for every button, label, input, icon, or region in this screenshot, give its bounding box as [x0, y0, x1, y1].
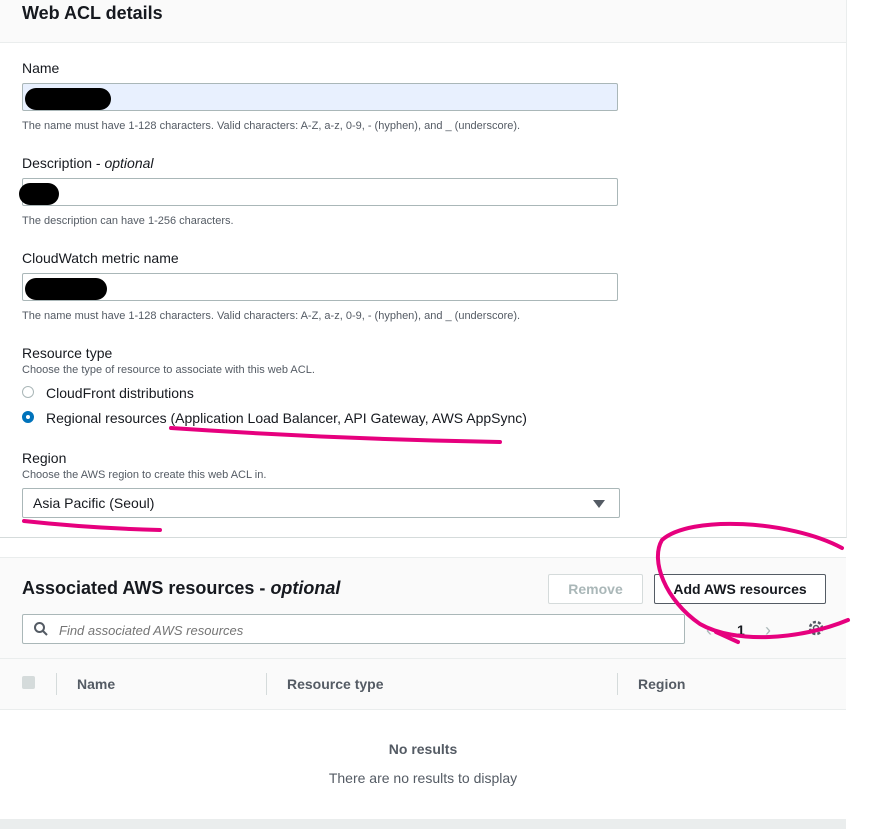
description-label: Description - optional [22, 155, 154, 171]
column-divider [617, 673, 618, 695]
search-box[interactable] [22, 614, 685, 644]
metric-label: CloudWatch metric name [22, 250, 179, 266]
name-hint: The name must have 1-128 characters. Val… [22, 120, 521, 132]
region-value: Asia Pacific (Seoul) [33, 495, 155, 511]
name-field[interactable] [22, 83, 618, 111]
remove-button[interactable]: Remove [548, 574, 643, 604]
empty-state-title: No results [388, 741, 458, 757]
search-input[interactable] [57, 619, 661, 641]
radio-button[interactable] [22, 386, 34, 398]
column-header-name[interactable]: Name [77, 676, 115, 692]
column-divider [56, 673, 57, 695]
column-divider [266, 673, 267, 695]
column-header-region[interactable]: Region [638, 676, 685, 692]
caret-down-icon [593, 500, 605, 508]
panel-title: Web ACL details [22, 3, 163, 23]
select-all-checkbox[interactable] [22, 676, 35, 689]
search-icon [34, 622, 48, 636]
radio-button-selected[interactable] [22, 411, 34, 423]
redacted-value [25, 88, 111, 110]
resource-type-label: Resource type [22, 345, 113, 361]
associated-title: Associated AWS resources - optional [22, 578, 341, 598]
name-label: Name [22, 60, 60, 76]
description-field[interactable] [19, 178, 618, 206]
add-aws-resources-button[interactable]: Add AWS resources [654, 574, 826, 604]
description-hint: The description can have 1-256 character… [22, 215, 234, 227]
chevron-left-icon[interactable]: ‹ [706, 620, 712, 641]
table-header: Name Resource type Region [0, 658, 846, 710]
redacted-value [25, 278, 107, 300]
metric-hint: The name must have 1-128 characters. Val… [22, 310, 521, 322]
empty-state-message: There are no results to display [328, 770, 518, 786]
associated-resources-panel: Associated AWS resources - optional Remo… [0, 557, 846, 820]
bottom-divider [0, 819, 846, 829]
resource-type-hint: Choose the type of resource to associate… [22, 364, 315, 376]
details-header: Web ACL details [0, 0, 846, 43]
region-hint: Choose the AWS region to create this web… [22, 469, 267, 481]
redacted-value [19, 183, 59, 205]
region-label: Region [22, 450, 67, 466]
page-number[interactable]: 1 [737, 622, 745, 638]
chevron-right-icon[interactable]: › [765, 620, 771, 641]
column-header-resource-type[interactable]: Resource type [287, 676, 383, 692]
gear-icon[interactable] [806, 618, 826, 638]
web-acl-details-panel: Web ACL details Name The name must have … [0, 0, 847, 538]
metric-name-field[interactable] [22, 273, 618, 301]
associated-header: Associated AWS resources - optional Remo… [0, 558, 846, 658]
region-select[interactable]: Asia Pacific (Seoul) [22, 488, 620, 518]
